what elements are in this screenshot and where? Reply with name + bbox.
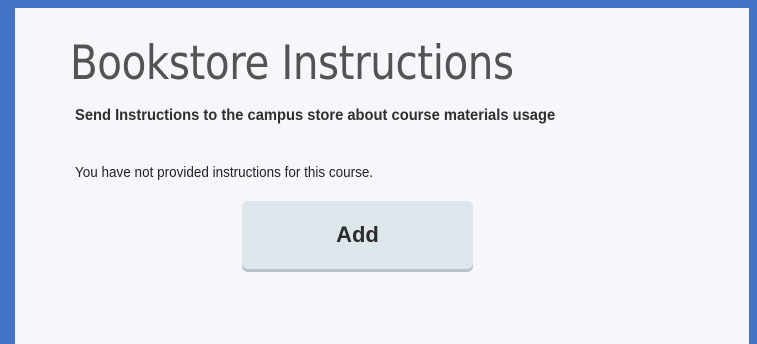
empty-state-message: You have not provided instructions for t… [75, 164, 374, 181]
page-subtitle: Send Instructions to the campus store ab… [75, 107, 556, 124]
bookstore-instructions-panel: Bookstore Instructions Send Instructions… [15, 8, 749, 344]
page-title: Bookstore Instructions [70, 36, 514, 91]
add-instructions-button[interactable]: Add [242, 201, 473, 269]
